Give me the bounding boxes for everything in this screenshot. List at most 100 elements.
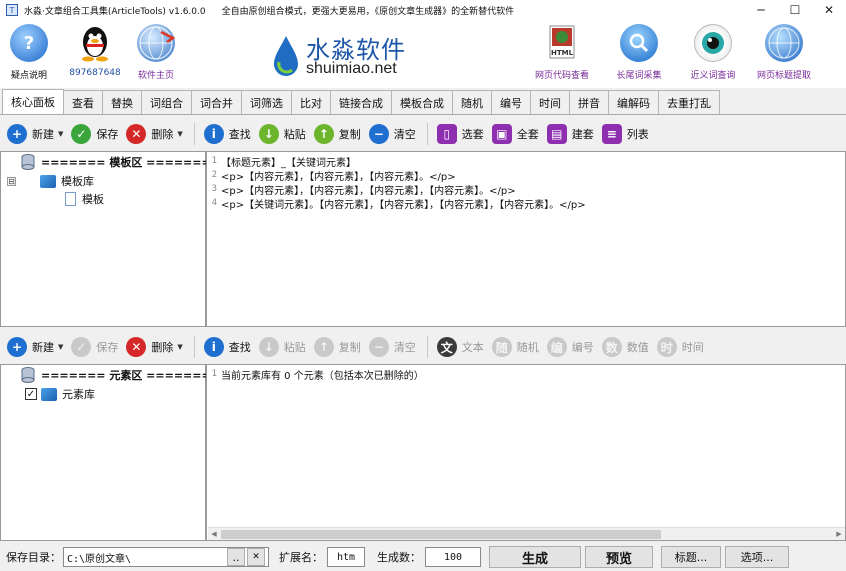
minus-icon: − [368, 124, 389, 144]
template-toolbar: + 新建 ▼ ✓ 保存 ✕ 删除 ▼ i 查找 ↓ 粘贴 ↑ 复制 − 清空 ▯ 选套 ▣ 全套 ▤ 建… [0, 119, 846, 149]
title-settings-button[interactable]: 标题... [661, 546, 721, 568]
count-input[interactable]: 100 [425, 547, 481, 567]
element-copy-button[interactable]: ↑ 复制 [311, 335, 364, 359]
generate-button[interactable]: 生成 [489, 546, 581, 568]
template-save-button[interactable]: ✓ 保存 [68, 122, 121, 146]
minimize-button[interactable]: ─ [744, 0, 778, 20]
number-element-icon: 编 [546, 337, 567, 357]
select-set-button[interactable]: ▯ 选套 [434, 122, 487, 146]
template-tree: ======= 模板区 ======= ⊟ 模板库 模板 [0, 151, 211, 327]
scroll-right-icon[interactable]: ▶ [833, 528, 845, 540]
list-button[interactable]: ≡ 列表 [599, 122, 652, 146]
banner-longtail-label: 长尾词采集 [616, 71, 662, 81]
element-tree-root[interactable]: ======= 元素区 ======= [21, 367, 211, 383]
options-button[interactable]: 选项... [725, 546, 789, 568]
tab-encode-decode[interactable]: 编解码 [608, 90, 659, 114]
time-element-icon: 时 [656, 337, 677, 357]
logo-english: shuimiao.net [306, 60, 397, 77]
qq-penguin-icon [76, 24, 114, 62]
ext-label: 扩展名： [279, 551, 323, 564]
all-set-icon: ▣ [491, 124, 512, 144]
tab-pinyin[interactable]: 拼音 [569, 90, 609, 114]
banner-qq-label: 897687648 [69, 68, 121, 78]
water-drop-icon [274, 36, 298, 76]
banner-synonym[interactable]: 近义词查询 [681, 24, 745, 81]
template-copy-button[interactable]: ↑ 复制 [311, 122, 364, 146]
window-controls: ─ ☐ ✕ [744, 0, 846, 20]
horizontal-scrollbar[interactable]: ◀ ▶ [208, 527, 845, 540]
toolbar-separator [193, 336, 195, 358]
value-element-button[interactable]: 数数值 [599, 335, 652, 359]
template-find-button[interactable]: i 查找 [201, 122, 254, 146]
scrollbar-thumb[interactable] [221, 530, 661, 539]
help-icon: ? [10, 24, 48, 62]
template-paste-button[interactable]: ↓ 粘贴 [256, 122, 309, 146]
build-set-button[interactable]: ▤ 建套 [544, 122, 597, 146]
dropdown-arrow-icon: ▼ [58, 343, 64, 351]
banner-home[interactable]: 软件主页 [124, 24, 188, 81]
template-item-node[interactable]: 模板 [65, 191, 104, 207]
template-clear-button[interactable]: − 清空 [366, 122, 419, 146]
template-line: 2 <p>【内容元素】，【内容元素】，【内容元素】。</p> [211, 170, 456, 183]
clear-dir-button[interactable]: ✕ [247, 548, 265, 566]
element-line: 1 当前元素库有 0 个元素（包括本次已删除的） [211, 369, 424, 382]
banner-title-extract[interactable]: 网页标题提取 [752, 24, 816, 81]
random-element-icon: 随 [491, 337, 512, 357]
element-paste-button[interactable]: ↓ 粘贴 [256, 335, 309, 359]
info-icon: i [203, 337, 224, 357]
tab-word-combine[interactable]: 词组合 [141, 90, 192, 114]
collapse-icon[interactable]: ⊟ [7, 176, 16, 186]
delete-x-icon: ✕ [126, 124, 147, 144]
arrow-down-icon: ↓ [258, 124, 279, 144]
element-clear-button[interactable]: − 清空 [366, 335, 419, 359]
preview-button[interactable]: 预览 [585, 546, 653, 568]
element-toolbar: + 新建 ▼ ✓ 保存 ✕ 删除 ▼ i 查找 ↓ 粘贴 ↑ 复制 − 清空 文文本 随随机 编编… [0, 332, 846, 362]
select-set-icon: ▯ [436, 124, 457, 144]
tab-number[interactable]: 编号 [491, 90, 531, 114]
element-lib-node[interactable]: ✓ 元素库 [25, 386, 95, 402]
ext-input[interactable]: htm [327, 547, 365, 567]
app-window: T 水淼·文章组合工具集(ArticleTools) v1.6.0.0 全自由原… [0, 0, 846, 571]
tab-view[interactable]: 查看 [63, 90, 103, 114]
tab-time[interactable]: 时间 [530, 90, 570, 114]
element-find-button[interactable]: i 查找 [201, 335, 254, 359]
banner-html-view[interactable]: HTML 网页代码查看 [530, 24, 594, 81]
svg-text:HTML: HTML [551, 49, 574, 57]
banner-help[interactable]: ? 疑点说明 [0, 24, 61, 81]
banner-longtail[interactable]: 长尾词采集 [607, 24, 671, 81]
element-new-button[interactable]: + 新建 ▼ [4, 335, 66, 359]
random-element-button[interactable]: 随随机 [489, 335, 542, 359]
tab-compare[interactable]: 比对 [291, 90, 331, 114]
time-element-button[interactable]: 时时间 [654, 335, 707, 359]
banner-qq[interactable]: 897687648 [63, 24, 127, 78]
template-editor[interactable]: 1 【标题元素】_【关键词元素】 2 <p>【内容元素】，【内容元素】，【内容元素】… [206, 151, 846, 327]
maximize-button[interactable]: ☐ [778, 0, 812, 20]
tab-dedupe-shuffle[interactable]: 去重打乱 [658, 90, 720, 114]
delete-x-icon: ✕ [126, 337, 147, 357]
window-slogan: 全自由原创组合模式，更强大更易用，《原创文章生成器》的全新替代软件 [221, 6, 515, 17]
scroll-left-icon[interactable]: ◀ [208, 528, 220, 540]
element-editor[interactable]: 1 当前元素库有 0 个元素（包括本次已删除的） [206, 364, 846, 541]
tab-link-compose[interactable]: 链接合成 [330, 90, 392, 114]
number-element-button[interactable]: 编编号 [544, 335, 597, 359]
element-lib-checkbox[interactable]: ✓ [25, 388, 37, 400]
browse-button[interactable]: .. [227, 548, 245, 566]
banner-html-view-label: 网页代码查看 [534, 71, 589, 81]
arrow-up-icon: ↑ [313, 337, 334, 357]
tab-word-filter[interactable]: 词筛选 [241, 90, 292, 114]
template-tree-root[interactable]: ======= 模板区 ======= [21, 154, 211, 170]
tab-word-merge[interactable]: 词合并 [191, 90, 242, 114]
tab-replace[interactable]: 替换 [102, 90, 142, 114]
element-save-button[interactable]: ✓ 保存 [68, 335, 121, 359]
close-button[interactable]: ✕ [812, 0, 846, 20]
tab-core-panel[interactable]: 核心面板 [2, 89, 64, 114]
element-delete-button[interactable]: ✕ 删除 ▼ [123, 335, 185, 359]
template-delete-button[interactable]: ✕ 删除 ▼ [123, 122, 185, 146]
all-set-button[interactable]: ▣ 全套 [489, 122, 542, 146]
tab-random[interactable]: 随机 [452, 90, 492, 114]
banner-home-label: 软件主页 [137, 71, 174, 81]
text-element-button[interactable]: 文文本 [434, 335, 487, 359]
template-lib-node[interactable]: ⊟ 模板库 [7, 173, 94, 189]
tab-template-compose[interactable]: 模板合成 [391, 90, 453, 114]
template-new-button[interactable]: + 新建 ▼ [4, 122, 66, 146]
